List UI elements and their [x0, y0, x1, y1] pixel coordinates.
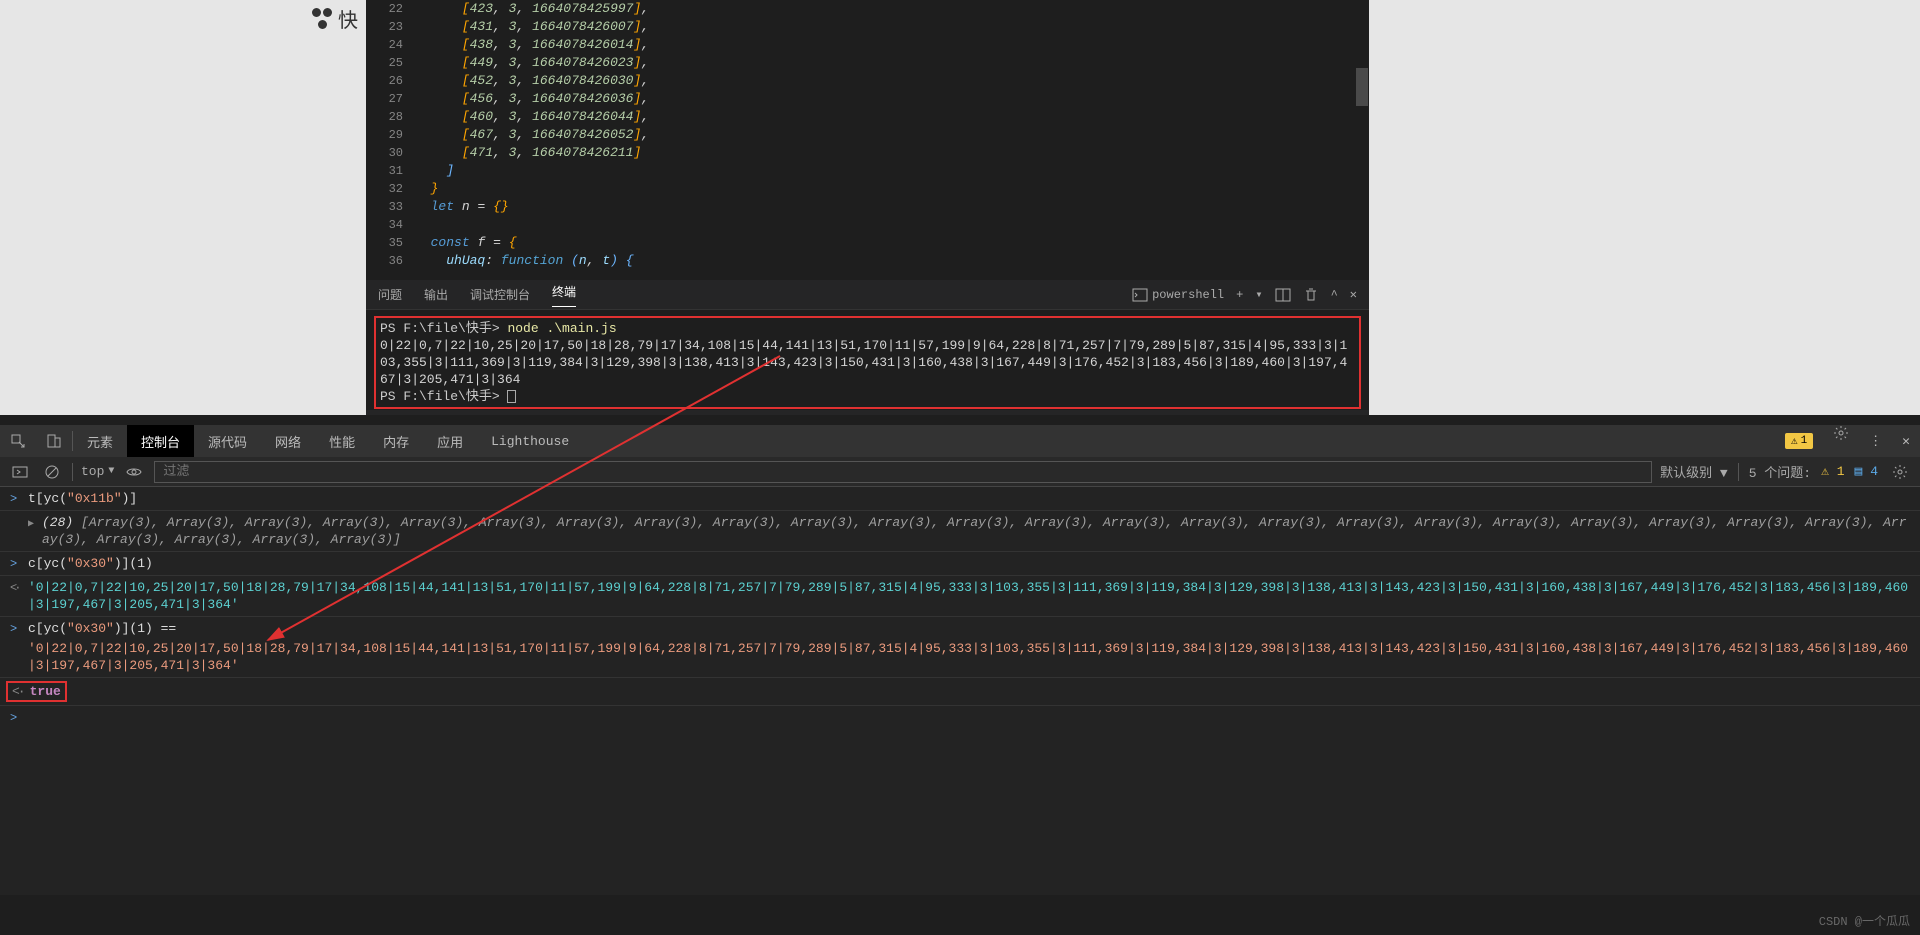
- issues-warn-count[interactable]: ⚠ 1: [1821, 464, 1844, 479]
- panel-tab-terminal[interactable]: 终端: [552, 283, 576, 307]
- more-icon[interactable]: ⋮: [1859, 425, 1892, 457]
- code-editor[interactable]: 222324252627282930313233343536 [423, 3, …: [366, 0, 1369, 280]
- console-prompt-row[interactable]: [0, 706, 1920, 712]
- devtools-panel: 元素 控制台 源代码 网络 性能 内存 应用 Lighthouse ⚠ 1 ⋮ …: [0, 425, 1920, 895]
- logo-icon: [310, 7, 334, 31]
- tab-console[interactable]: 控制台: [127, 425, 194, 457]
- expand-triangle-icon[interactable]: ▶: [28, 516, 34, 533]
- log-level-selector[interactable]: 默认级别 ▼: [1660, 462, 1728, 481]
- site-logo: 快: [310, 4, 358, 34]
- console-input-row: t[yc("0x11b")]: [0, 487, 1920, 511]
- terminal-prompt: PS F:\file\快手>: [380, 321, 500, 336]
- console-toolbar: top ▼ 默认级别 ▼ 5 个问题: ⚠ 1 ▤ 4: [0, 457, 1920, 487]
- shell-selector[interactable]: powershell: [1132, 287, 1224, 303]
- issues-info-count[interactable]: ▤ 4: [1855, 464, 1878, 479]
- clear-console-icon[interactable]: [40, 464, 64, 480]
- terminal-output: 0|22|0,7|22|10,25|20|17,50|18|28,79|17|3…: [380, 337, 1355, 388]
- panel-tab-problems[interactable]: 问题: [378, 286, 402, 303]
- tab-performance[interactable]: 性能: [315, 425, 369, 457]
- console-input-row: c[yc("0x30")](1) ==: [0, 617, 1920, 640]
- editor-scrollbar[interactable]: [1356, 68, 1368, 106]
- inspect-element-icon[interactable]: [0, 425, 36, 457]
- maximize-panel-icon[interactable]: ^: [1331, 288, 1338, 302]
- tab-sources[interactable]: 源代码: [194, 425, 261, 457]
- terminal-dropdown-icon[interactable]: ▾: [1255, 287, 1262, 302]
- tab-elements[interactable]: 元素: [73, 425, 127, 457]
- console-output-row: '0|22|0,7|22|10,25|20|17,50|18|28,79|17|…: [0, 576, 1920, 617]
- watermark: CSDN @一个瓜瓜: [1819, 912, 1910, 929]
- split-terminal-icon[interactable]: [1275, 287, 1291, 303]
- console-input-continuation: '0|22|0,7|22|10,25|20|17,50|18|28,79|17|…: [0, 640, 1920, 678]
- terminal-command: node .\main.js: [507, 321, 616, 336]
- console-log[interactable]: t[yc("0x11b")] ▶ (28) [Array(3), Array(3…: [0, 487, 1920, 895]
- code-content[interactable]: [423, 3, 1664078425997], [431, 3, 166407…: [411, 0, 1369, 280]
- issues-label: 5 个问题:: [1749, 462, 1811, 481]
- console-input-row: c[yc("0x30")](1): [0, 552, 1920, 576]
- result-highlight-box: <·true: [6, 681, 67, 702]
- new-terminal-icon[interactable]: +: [1236, 288, 1243, 302]
- warnings-badge[interactable]: ⚠ 1: [1775, 425, 1823, 457]
- devtools-tabbar: 元素 控制台 源代码 网络 性能 内存 应用 Lighthouse ⚠ 1 ⋮ …: [0, 425, 1920, 457]
- eye-icon[interactable]: [122, 464, 146, 480]
- tab-memory[interactable]: 内存: [369, 425, 423, 457]
- device-toggle-icon[interactable]: [36, 425, 72, 457]
- terminal-prompt-2: PS F:\file\快手>: [380, 389, 500, 404]
- settings-icon[interactable]: [1823, 425, 1859, 457]
- shell-name: powershell: [1152, 288, 1224, 302]
- kill-terminal-icon[interactable]: [1303, 287, 1319, 303]
- console-result-row: <·true: [0, 678, 1920, 706]
- tab-network[interactable]: 网络: [261, 425, 315, 457]
- devtools-close-icon[interactable]: ✕: [1892, 425, 1920, 457]
- filter-input[interactable]: [154, 461, 1652, 483]
- panel-tab-output[interactable]: 输出: [424, 286, 448, 303]
- panel-actions: powershell + ▾ ^ ✕: [1132, 287, 1357, 303]
- line-gutter: 222324252627282930313233343536: [366, 0, 411, 280]
- tab-lighthouse[interactable]: Lighthouse: [477, 425, 583, 457]
- console-settings-icon[interactable]: [1888, 464, 1912, 480]
- panel-tab-debug[interactable]: 调试控制台: [470, 286, 530, 303]
- logo-text: 快: [338, 4, 358, 34]
- close-panel-icon[interactable]: ✕: [1350, 287, 1357, 302]
- terminal-body[interactable]: PS F:\file\快手> node .\main.js 0|22|0,7|2…: [366, 310, 1369, 410]
- context-selector[interactable]: top ▼: [81, 464, 114, 479]
- console-sidebar-toggle-icon[interactable]: [8, 464, 32, 480]
- bottom-panel-tabs: 问题 输出 调试控制台 终端 powershell + ▾ ^ ✕: [366, 280, 1369, 310]
- terminal-cursor: [507, 390, 516, 403]
- editor-window: 222324252627282930313233343536 [423, 3, …: [366, 0, 1369, 415]
- terminal-highlight-box: PS F:\file\快手> node .\main.js 0|22|0,7|2…: [374, 316, 1361, 409]
- tab-application[interactable]: 应用: [423, 425, 477, 457]
- console-output-row[interactable]: ▶ (28) [Array(3), Array(3), Array(3), Ar…: [0, 511, 1920, 552]
- shell-icon: [1132, 287, 1148, 303]
